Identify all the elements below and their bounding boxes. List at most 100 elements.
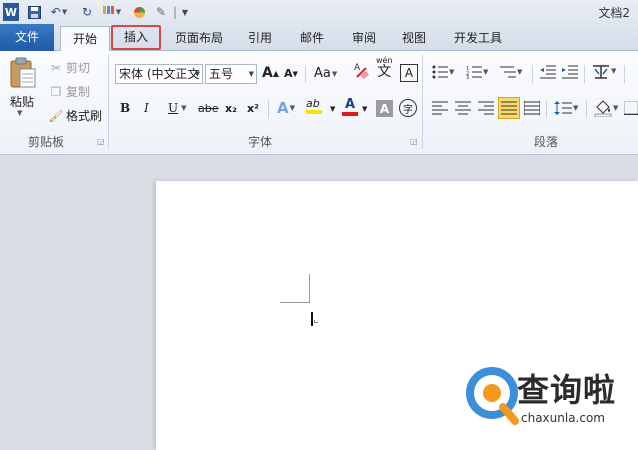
paste-icon[interactable] <box>6 55 40 91</box>
chevron-down-icon: ▼ <box>194 70 200 78</box>
phonetic-guide-button[interactable]: wén 文 <box>376 57 393 80</box>
tab-developer[interactable]: 开发工具 <box>444 26 512 51</box>
shading-button[interactable]: ▼ <box>594 99 618 117</box>
borders-button[interactable] <box>624 101 638 115</box>
save-icon[interactable] <box>26 3 42 21</box>
numbering-button[interactable]: 1 2 3 ▼ <box>466 65 488 79</box>
format-painter-label: 格式刷 <box>66 109 103 123</box>
align-center-button[interactable] <box>455 101 471 115</box>
font-color-icon: A <box>344 97 356 112</box>
character-border-button[interactable]: A <box>400 64 418 82</box>
watermark-name: 查询啦 <box>517 371 617 409</box>
ribbon-tabs: 文件 开始 插入 页面布局 引用 邮件 审阅 视图 开发工具 <box>0 24 638 52</box>
customize-quick-access-icon[interactable]: ▼ <box>180 3 190 21</box>
superscript-button[interactable]: x² <box>247 102 259 115</box>
inner-divider <box>546 100 547 118</box>
align-right-button[interactable] <box>478 101 494 115</box>
tab-mailings[interactable]: 邮件 <box>290 26 334 51</box>
tab-page-layout[interactable]: 页面布局 <box>168 26 230 51</box>
group-divider <box>422 55 423 149</box>
tab-references[interactable]: 引用 <box>238 26 282 51</box>
shrink-font-icon: A <box>284 67 293 80</box>
font-size-value: 五号 <box>209 67 234 81</box>
highlight-dropdown-icon[interactable]: ▼ <box>330 105 335 113</box>
eraser-icon[interactable]: ✎ <box>152 3 170 21</box>
bullets-button[interactable]: ▼ <box>432 65 454 79</box>
paragraph-mark <box>314 320 318 323</box>
subscript-button[interactable]: x₂ <box>225 102 237 115</box>
copy-label: 复制 <box>66 85 91 99</box>
copy-button[interactable]: ❐ 复制 <box>48 83 90 100</box>
shading-a-icon: A <box>379 101 390 116</box>
italic-button[interactable]: I <box>144 101 149 115</box>
clear-format-button[interactable]: A <box>352 61 370 81</box>
clipboard-launcher-icon[interactable]: ◲ <box>97 137 105 146</box>
paste-dropdown-icon[interactable]: ▼ <box>17 109 22 117</box>
shrink-font-button[interactable]: A ▼ <box>284 67 298 80</box>
tab-insert[interactable]: 插入 <box>111 25 161 50</box>
chevron-down-icon: ▼ <box>248 70 254 78</box>
inner-divider <box>532 65 533 83</box>
paragraph-group-label: 段落 <box>533 135 558 149</box>
paste-button[interactable]: 粘贴 <box>10 93 34 110</box>
cut-button[interactable]: ✂ 剪切 <box>48 59 90 76</box>
increase-indent-button[interactable] <box>562 65 578 79</box>
grow-font-button[interactable]: A ▲ <box>262 65 279 81</box>
line-spacing-button[interactable]: ▼ <box>554 101 578 115</box>
line-spacing-icon <box>554 101 572 115</box>
multilevel-list-button[interactable]: ▼ <box>500 65 522 79</box>
tab-view[interactable]: 视图 <box>392 26 436 51</box>
highlight-button[interactable]: ab <box>306 97 322 114</box>
title-bar: W ↶ ▼ ↻ ▼ ✎ | ▼ 文档2 <box>0 0 638 24</box>
format-painter-button[interactable]: 🖌 格式刷 <box>48 107 102 124</box>
text-effects-icon: A <box>277 99 289 117</box>
align-left-button[interactable] <box>432 101 448 115</box>
align-right-icon <box>478 101 494 115</box>
inner-divider <box>586 100 587 118</box>
decrease-indent-button[interactable] <box>540 65 556 79</box>
highlight-color-swatch <box>306 110 322 114</box>
font-size-combo[interactable]: 五号 ▼ <box>205 64 257 84</box>
distributed-button[interactable] <box>524 101 540 115</box>
change-case-button[interactable]: Aa ▼ <box>314 66 337 81</box>
font-name-combo[interactable]: 宋体 (中文正文 ▼ <box>115 64 203 84</box>
text-cursor <box>311 312 313 326</box>
watermark: 查询啦 chaxunla.com <box>465 365 635 435</box>
svg-text:3: 3 <box>466 75 469 79</box>
tab-home[interactable]: 开始 <box>60 26 110 52</box>
char-shading-button[interactable]: A <box>376 100 393 117</box>
bold-button[interactable]: B <box>120 101 130 115</box>
chinese-layout-icon <box>593 65 609 79</box>
scissors-icon: ✂ <box>50 60 62 75</box>
justify-icon <box>501 101 517 115</box>
tab-review[interactable]: 审阅 <box>342 26 386 51</box>
underline-button[interactable]: U ▼ <box>168 101 187 115</box>
format-painter-icon: 🖌 <box>48 108 64 123</box>
bullets-icon <box>432 65 448 79</box>
decrease-indent-icon <box>540 65 556 79</box>
margin-corner-mark <box>280 302 310 303</box>
document-title: 文档2 <box>598 6 630 20</box>
justify-button[interactable] <box>498 97 520 119</box>
word-logo-icon[interactable]: W <box>3 3 19 21</box>
redo-icon[interactable]: ↻ <box>80 3 94 21</box>
font-launcher-icon[interactable]: ◲ <box>410 137 418 146</box>
enclose-characters-button[interactable]: 字 <box>399 99 417 117</box>
borders-icon <box>624 101 638 115</box>
svg-text:A: A <box>354 63 361 73</box>
font-color-button[interactable]: A <box>342 97 358 116</box>
color-wheel-icon[interactable] <box>132 3 146 21</box>
format-brush-qa-icon[interactable]: ▼ <box>100 3 122 21</box>
text-effects-button[interactable]: A ▼ <box>277 99 295 117</box>
tab-file[interactable]: 文件 <box>0 24 54 51</box>
ribbon-home: 粘贴 ▼ ✂ 剪切 ❐ 复制 🖌 格式刷 剪贴板 ◲ 宋体 (中文正文 ▼ 五号… <box>0 51 638 155</box>
undo-icon[interactable]: ↶ ▼ <box>48 3 70 21</box>
strikethrough-button[interactable]: abe <box>198 102 219 115</box>
font-color-dropdown-icon[interactable]: ▼ <box>362 105 367 113</box>
inner-divider <box>305 65 306 83</box>
underline-icon: U <box>168 101 179 115</box>
chinese-layout-button[interactable]: ▼ <box>592 63 616 79</box>
grow-font-icon: A <box>262 65 273 81</box>
multilevel-list-icon <box>500 66 516 78</box>
word-window: W ↶ ▼ ↻ ▼ ✎ | ▼ 文档2 文件 开始 插入 页面布局 引用 邮件 审… <box>0 0 638 450</box>
